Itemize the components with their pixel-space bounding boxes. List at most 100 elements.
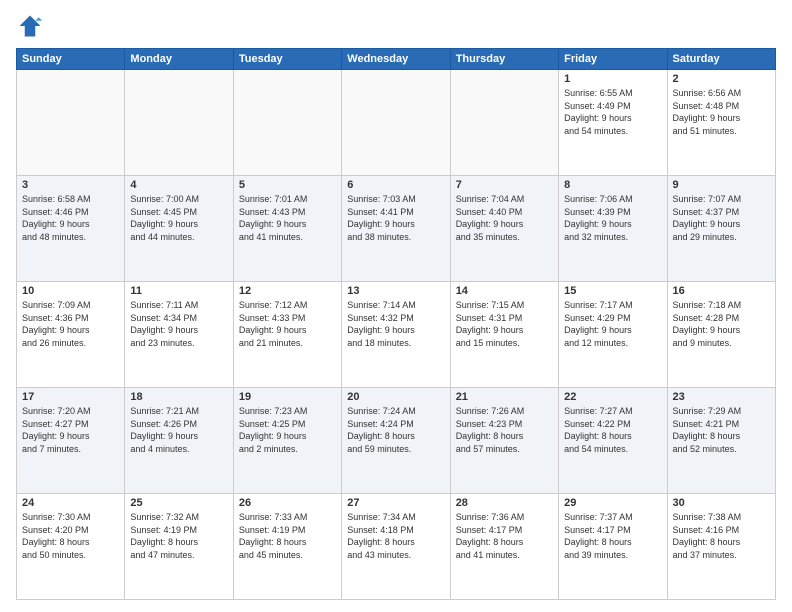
weekday-header: Wednesday xyxy=(342,49,450,70)
day-number: 6 xyxy=(347,179,444,191)
calendar-cell: 16 Sunrise: 7:18 AM Sunset: 4:28 PM Dayli… xyxy=(667,282,775,388)
day-info: Sunrise: 7:11 AM Sunset: 4:34 PM Dayligh… xyxy=(130,299,227,349)
day-info: Sunrise: 7:27 AM Sunset: 4:22 PM Dayligh… xyxy=(564,405,661,455)
calendar-cell xyxy=(450,70,558,176)
calendar-cell: 3 Sunrise: 6:58 AM Sunset: 4:46 PM Daylig… xyxy=(17,176,125,282)
calendar-cell: 19Sunrise: 7:23 AM Sunset: 4:25 PM Dayli… xyxy=(233,388,341,494)
day-info: Sunrise: 7:32 AM Sunset: 4:19 PM Dayligh… xyxy=(130,511,227,561)
day-number: 15 xyxy=(564,285,661,297)
calendar-cell: 5Sunrise: 7:01 AM Sunset: 4:43 PM Daylig… xyxy=(233,176,341,282)
day-info: Sunrise: 7:34 AM Sunset: 4:18 PM Dayligh… xyxy=(347,511,444,561)
logo-icon xyxy=(16,12,44,40)
day-info: Sunrise: 7:26 AM Sunset: 4:23 PM Dayligh… xyxy=(456,405,553,455)
day-number: 13 xyxy=(347,285,444,297)
day-number: 2 xyxy=(673,73,770,85)
day-info: Sunrise: 7:06 AM Sunset: 4:39 PM Dayligh… xyxy=(564,193,661,243)
calendar-cell: 20 Sunrise: 7:24 AM Sunset: 4:24 PM Dayli… xyxy=(342,388,450,494)
day-info: Sunrise: 7:14 AM Sunset: 4:32 PM Dayligh… xyxy=(347,299,444,349)
day-number: 28 xyxy=(456,497,553,509)
day-info: Sunrise: 7:36 AM Sunset: 4:17 PM Dayligh… xyxy=(456,511,553,561)
weekday-header: Tuesday xyxy=(233,49,341,70)
day-info: Sunrise: 7:04 AM Sunset: 4:40 PM Dayligh… xyxy=(456,193,553,243)
calendar-week-row: 24Sunrise: 7:30 AM Sunset: 4:20 PM Dayli… xyxy=(17,494,776,600)
day-number: 30 xyxy=(673,497,770,509)
day-number: 9 xyxy=(673,179,770,191)
day-info: Sunrise: 6:56 AM Sunset: 4:48 PM Dayligh… xyxy=(673,87,770,137)
day-info: Sunrise: 7:12 AM Sunset: 4:33 PM Dayligh… xyxy=(239,299,336,349)
calendar-cell xyxy=(17,70,125,176)
calendar-cell: 4 Sunrise: 7:00 AM Sunset: 4:45 PM Daylig… xyxy=(125,176,233,282)
day-info: Sunrise: 7:00 AM Sunset: 4:45 PM Dayligh… xyxy=(130,193,227,243)
day-number: 16 xyxy=(673,285,770,297)
calendar-cell: 21Sunrise: 7:26 AM Sunset: 4:23 PM Dayli… xyxy=(450,388,558,494)
calendar-cell: 11Sunrise: 7:11 AM Sunset: 4:34 PM Dayli… xyxy=(125,282,233,388)
day-info: Sunrise: 7:07 AM Sunset: 4:37 PM Dayligh… xyxy=(673,193,770,243)
page: SundayMondayTuesdayWednesdayThursdayFrid… xyxy=(0,0,792,612)
calendar-header-row: SundayMondayTuesdayWednesdayThursdayFrid… xyxy=(17,49,776,70)
weekday-header: Thursday xyxy=(450,49,558,70)
day-number: 24 xyxy=(22,497,119,509)
day-info: Sunrise: 7:03 AM Sunset: 4:41 PM Dayligh… xyxy=(347,193,444,243)
calendar-cell: 27 Sunrise: 7:34 AM Sunset: 4:18 PM Dayli… xyxy=(342,494,450,600)
calendar-cell: 17 Sunrise: 7:20 AM Sunset: 4:27 PM Dayli… xyxy=(17,388,125,494)
day-info: Sunrise: 7:18 AM Sunset: 4:28 PM Dayligh… xyxy=(673,299,770,349)
calendar-cell: 13 Sunrise: 7:14 AM Sunset: 4:32 PM Dayli… xyxy=(342,282,450,388)
day-number: 23 xyxy=(673,391,770,403)
calendar-week-row: 17 Sunrise: 7:20 AM Sunset: 4:27 PM Dayli… xyxy=(17,388,776,494)
day-number: 27 xyxy=(347,497,444,509)
calendar-cell xyxy=(342,70,450,176)
day-number: 10 xyxy=(22,285,119,297)
day-number: 26 xyxy=(239,497,336,509)
calendar-cell: 12 Sunrise: 7:12 AM Sunset: 4:33 PM Dayli… xyxy=(233,282,341,388)
day-number: 3 xyxy=(22,179,119,191)
day-number: 5 xyxy=(239,179,336,191)
day-number: 4 xyxy=(130,179,227,191)
day-number: 18 xyxy=(130,391,227,403)
calendar-week-row: 3 Sunrise: 6:58 AM Sunset: 4:46 PM Daylig… xyxy=(17,176,776,282)
day-info: Sunrise: 7:23 AM Sunset: 4:25 PM Dayligh… xyxy=(239,405,336,455)
calendar-cell: 30 Sunrise: 7:38 AM Sunset: 4:16 PM Dayli… xyxy=(667,494,775,600)
day-info: Sunrise: 7:37 AM Sunset: 4:17 PM Dayligh… xyxy=(564,511,661,561)
calendar-cell: 26 Sunrise: 7:33 AM Sunset: 4:19 PM Dayli… xyxy=(233,494,341,600)
day-number: 14 xyxy=(456,285,553,297)
calendar-cell: 29Sunrise: 7:37 AM Sunset: 4:17 PM Dayli… xyxy=(559,494,667,600)
weekday-header: Monday xyxy=(125,49,233,70)
weekday-header: Sunday xyxy=(17,49,125,70)
calendar-cell: 14Sunrise: 7:15 AM Sunset: 4:31 PM Dayli… xyxy=(450,282,558,388)
calendar-cell: 25 Sunrise: 7:32 AM Sunset: 4:19 PM Dayli… xyxy=(125,494,233,600)
weekday-header: Friday xyxy=(559,49,667,70)
header xyxy=(16,12,776,40)
calendar-week-row: 10Sunrise: 7:09 AM Sunset: 4:36 PM Dayli… xyxy=(17,282,776,388)
logo xyxy=(16,12,48,40)
calendar-cell: 23 Sunrise: 7:29 AM Sunset: 4:21 PM Dayli… xyxy=(667,388,775,494)
calendar-cell: 7 Sunrise: 7:04 AM Sunset: 4:40 PM Daylig… xyxy=(450,176,558,282)
calendar-week-row: 1Sunrise: 6:55 AM Sunset: 4:49 PM Daylig… xyxy=(17,70,776,176)
calendar-cell: 18 Sunrise: 7:21 AM Sunset: 4:26 PM Dayli… xyxy=(125,388,233,494)
calendar-cell: 1Sunrise: 6:55 AM Sunset: 4:49 PM Daylig… xyxy=(559,70,667,176)
day-number: 22 xyxy=(564,391,661,403)
day-info: Sunrise: 7:17 AM Sunset: 4:29 PM Dayligh… xyxy=(564,299,661,349)
day-info: Sunrise: 7:38 AM Sunset: 4:16 PM Dayligh… xyxy=(673,511,770,561)
calendar-cell xyxy=(233,70,341,176)
day-info: Sunrise: 7:33 AM Sunset: 4:19 PM Dayligh… xyxy=(239,511,336,561)
calendar-table: SundayMondayTuesdayWednesdayThursdayFrid… xyxy=(16,48,776,600)
day-number: 25 xyxy=(130,497,227,509)
day-number: 7 xyxy=(456,179,553,191)
day-info: Sunrise: 7:20 AM Sunset: 4:27 PM Dayligh… xyxy=(22,405,119,455)
day-number: 12 xyxy=(239,285,336,297)
calendar-cell: 10Sunrise: 7:09 AM Sunset: 4:36 PM Dayli… xyxy=(17,282,125,388)
calendar-cell: 2 Sunrise: 6:56 AM Sunset: 4:48 PM Daylig… xyxy=(667,70,775,176)
day-info: Sunrise: 7:29 AM Sunset: 4:21 PM Dayligh… xyxy=(673,405,770,455)
calendar-cell: 24Sunrise: 7:30 AM Sunset: 4:20 PM Dayli… xyxy=(17,494,125,600)
calendar-cell: 9 Sunrise: 7:07 AM Sunset: 4:37 PM Daylig… xyxy=(667,176,775,282)
day-number: 1 xyxy=(564,73,661,85)
calendar-cell: 6 Sunrise: 7:03 AM Sunset: 4:41 PM Daylig… xyxy=(342,176,450,282)
day-number: 17 xyxy=(22,391,119,403)
calendar-cell: 22 Sunrise: 7:27 AM Sunset: 4:22 PM Dayli… xyxy=(559,388,667,494)
day-info: Sunrise: 7:24 AM Sunset: 4:24 PM Dayligh… xyxy=(347,405,444,455)
calendar-cell xyxy=(125,70,233,176)
day-number: 20 xyxy=(347,391,444,403)
day-info: Sunrise: 7:21 AM Sunset: 4:26 PM Dayligh… xyxy=(130,405,227,455)
calendar-cell: 15 Sunrise: 7:17 AM Sunset: 4:29 PM Dayli… xyxy=(559,282,667,388)
day-info: Sunrise: 6:58 AM Sunset: 4:46 PM Dayligh… xyxy=(22,193,119,243)
